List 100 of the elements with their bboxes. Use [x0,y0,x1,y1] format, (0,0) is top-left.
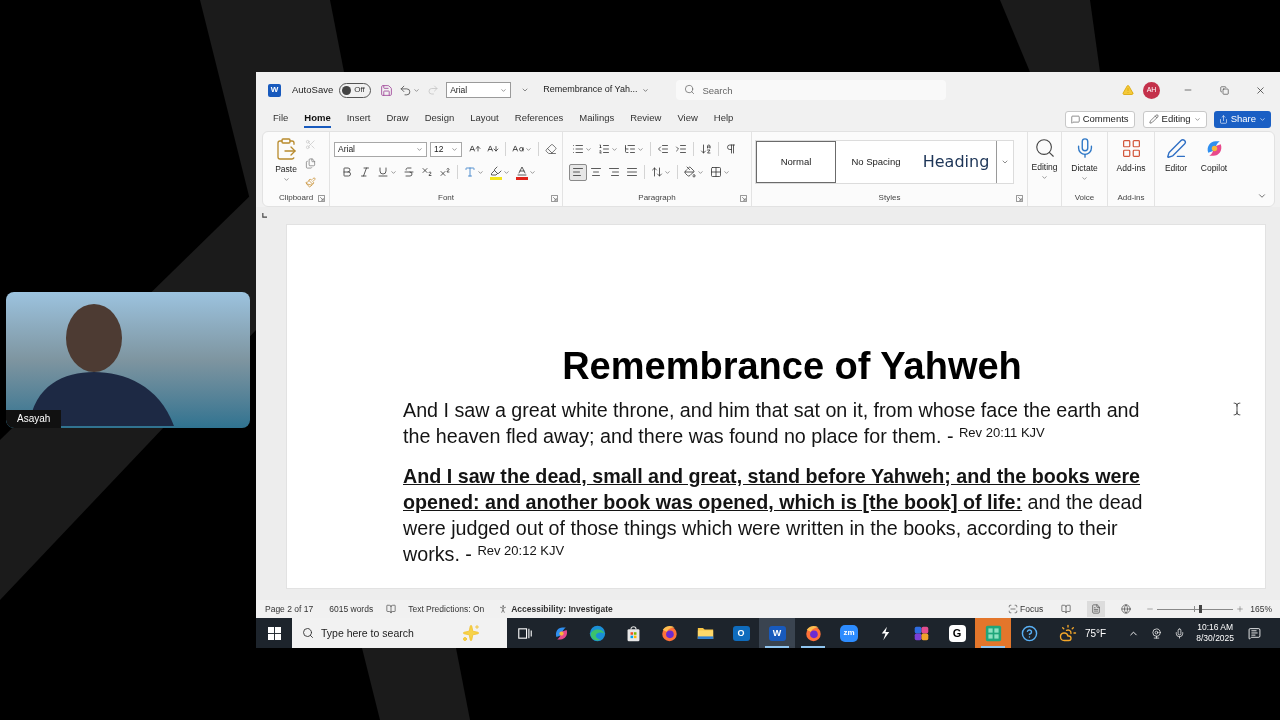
comments-button[interactable]: Comments [1064,110,1135,128]
search-icon [1033,137,1056,159]
font-size-field[interactable]: 12 [430,141,462,157]
folder-icon [696,626,714,640]
menu-tab[interactable]: References [514,110,564,128]
group-label: Paragraph [638,192,676,204]
clear-formatting-button[interactable] [542,141,560,157]
increase-indent-icon [675,143,687,155]
caret-icon [416,145,423,153]
caret-icon [451,145,458,153]
focus-button[interactable]: Focus [1008,602,1044,616]
notification-icon [1247,626,1261,640]
clock[interactable]: 10:16 AM 8/30/2025 [1196,622,1235,644]
comment-icon [1070,114,1080,124]
caret-icon [723,168,730,176]
proofing-button[interactable] [385,603,398,615]
paintbrush-icon [304,177,316,188]
weather-button[interactable]: 75°F [1059,618,1107,648]
numbering-icon [598,143,610,155]
shrink-font-icon [487,143,499,155]
menu-tab[interactable]: View [677,110,698,128]
restore-icon [1219,85,1229,95]
mail-app-logo: O [732,625,750,641]
grid-app-icon [984,624,1002,642]
dialog-launcher-icon[interactable] [740,194,747,202]
caret-icon [1081,174,1088,182]
warning-icon [1122,84,1134,96]
save-icon [379,83,393,97]
taskbar-app-button[interactable]: G [939,618,975,648]
highlight-color-swatch [490,176,502,180]
dialog-launcher-icon[interactable] [1016,194,1023,202]
text-predictions-status[interactable]: Text Predictions: On [408,602,485,616]
document-paragraph: And I saw a great white throne, and him that sat on it, from whose face the earth and the heaven fled away; and there was found no place for them. - $^{Rev 20:11 KJV}$ [403,398,1141,449]
webcam-icon [1150,627,1162,639]
caret-icon [585,145,592,153]
save-button[interactable] [379,82,394,98]
change-case-icon [512,143,524,155]
pen-icon [1165,138,1187,159]
close-icon [1254,84,1266,96]
taskbar-app-button[interactable]: W [759,618,795,648]
accessibility-button[interactable]: Accessibility: Investigate [498,602,613,616]
menu-tab[interactable]: Insert [346,110,371,128]
editing-button[interactable]: Editing [1028,132,1061,191]
accessibility-icon [498,604,509,614]
tab-stop-marker-icon [262,213,267,218]
add-ins-button[interactable]: Add-ins [1108,132,1154,191]
menu-tab[interactable]: Draw [386,110,409,128]
redo-icon [427,84,440,96]
dialog-launcher-icon[interactable] [551,194,558,202]
taskbar-app-button[interactable]: O [723,618,759,648]
menu-tab[interactable]: File [273,110,289,128]
text-effects-icon [464,166,476,178]
slider-thumb[interactable] [1198,605,1202,613]
style-option[interactable]: No Spacing [836,141,916,183]
menu-tab[interactable]: Review [630,110,662,128]
font-dropdown[interactable]: Arial [446,82,512,98]
undo-icon [399,83,413,97]
caret-icon [390,168,397,176]
tool-button[interactable]: Copilot [1198,138,1230,191]
zoom-slider[interactable] [1157,604,1234,614]
shading-icon [684,166,696,178]
taskbar-search-field[interactable]: Type here to search [292,618,507,648]
paste-button[interactable]: Paste [273,137,299,191]
decrease-indent-icon [657,143,669,155]
word-count[interactable]: 6015 words [329,602,374,616]
align-button[interactable] [569,163,587,181]
share-button[interactable]: Share [1213,110,1271,128]
style-option[interactable]: Heading [916,141,996,183]
plus-icon [1236,605,1245,613]
tool-button[interactable]: Editor [1160,138,1192,191]
round-app-icon [588,624,606,642]
group-label: Clipboard [278,192,314,204]
font-name-field[interactable]: Arial [334,141,427,157]
tiles-app-icon [912,624,930,642]
editing-mode-button[interactable]: Editing [1142,110,1207,128]
menu-tab[interactable]: Mailings [579,110,615,128]
document-name-button[interactable]: Remembrance of Yah... [543,83,650,97]
style-option[interactable]: Normal [756,141,836,183]
underline-icon [377,166,389,178]
align-icon [626,166,638,178]
view-mode-icon [1121,604,1132,614]
italic-icon [359,166,371,178]
menu-tab[interactable]: Design [424,110,455,128]
search-field[interactable]: Search [676,80,947,100]
menu-tab[interactable]: Help [713,110,734,128]
group-label: Font [438,192,454,204]
page-count[interactable]: Page 2 of 17 [265,602,314,616]
dictate-button[interactable]: Dictate [1062,132,1107,191]
scissors-icon [304,139,316,150]
menu-tab[interactable]: Layout [470,110,499,128]
zoom-percentage[interactable]: 165% [1250,602,1272,616]
view-mode-button[interactable] [1087,601,1106,617]
menu-tab[interactable]: Home [304,110,331,128]
autosave-label: AutoSave [292,82,334,97]
dialog-launcher-icon[interactable] [318,194,325,202]
strikethrough-icon [403,166,415,178]
copy-icon [304,158,316,169]
caret-icon [1259,115,1266,123]
borders-icon [710,166,722,178]
caret-icon [611,145,618,153]
